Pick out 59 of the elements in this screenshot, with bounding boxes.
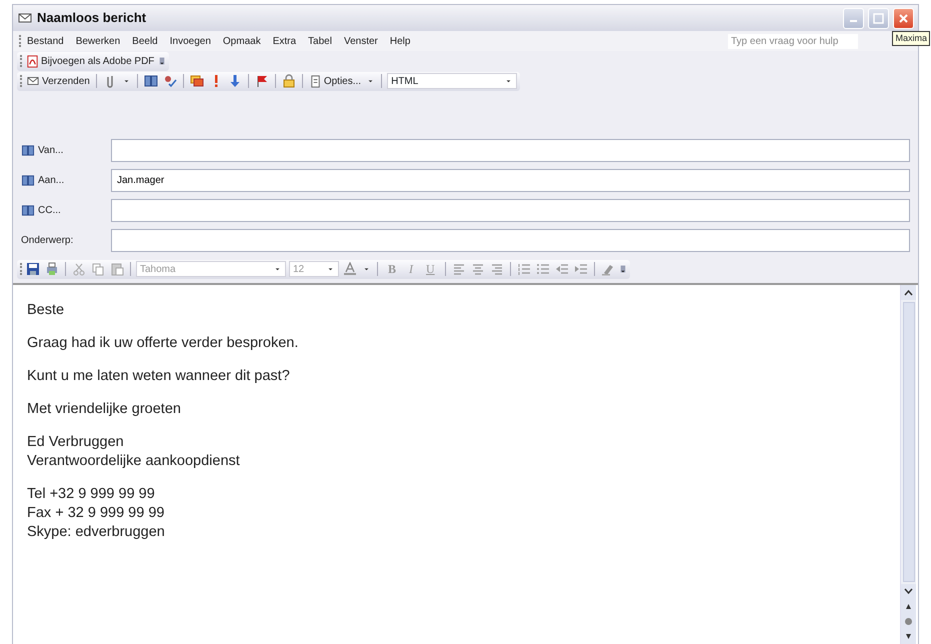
address-book-icon — [21, 174, 35, 186]
body-text: Verantwoordelijke aankoopdienst — [27, 452, 241, 471]
down-arrow-icon[interactable] — [228, 74, 242, 88]
address-book-icon — [21, 144, 35, 156]
body-text: Fax + 32 9 999 99 99 — [27, 504, 166, 523]
body-text: Ed Verbruggen — [27, 433, 125, 452]
lock-icon[interactable] — [282, 74, 296, 88]
up-triangle-icon — [905, 602, 912, 611]
menu-item[interactable]: Extra — [266, 34, 302, 48]
menu-item[interactable]: Opmaak — [216, 34, 267, 48]
body-text: Beste — [27, 301, 66, 320]
address-book-icon[interactable] — [144, 74, 158, 88]
address-button[interactable]: CC... — [21, 202, 105, 218]
cards-icon[interactable] — [190, 74, 204, 88]
menu-item[interactable]: Bewerken — [70, 34, 126, 48]
pdf-icon — [26, 54, 39, 68]
attach-pdf-button[interactable]: Bijvoegen als Adobe PDF — [25, 54, 156, 68]
circle-icon — [904, 617, 913, 626]
body-text: Tel +32 9 999 99 99 — [27, 485, 156, 504]
check-names-icon[interactable] — [162, 74, 177, 88]
close-icon — [898, 12, 909, 24]
menu-item[interactable]: Invoegen — [164, 34, 217, 48]
scroll-down-button[interactable] — [901, 584, 916, 599]
address-button[interactable]: Aan... — [21, 172, 105, 188]
scroll-up-button[interactable] — [901, 285, 916, 300]
input-field[interactable]: Jan.mager — [111, 168, 910, 192]
minimize-icon — [850, 20, 857, 22]
help-search-field[interactable]: Typ een vraag voor hulp — [728, 34, 858, 48]
field-label: Onderwerp: — [21, 234, 74, 248]
window-title: Naamloos bericht — [37, 9, 146, 28]
body-text: Met vriendelijke groeten — [27, 400, 182, 419]
close-button[interactable] — [893, 8, 914, 28]
menu-item[interactable]: Tabel — [302, 34, 338, 48]
body-text: Graag had ik uw offerte verder besproken. — [27, 334, 300, 353]
menu-item[interactable]: Bestand — [21, 34, 70, 48]
flag-icon[interactable] — [254, 74, 269, 88]
body-text: Skype: edverbruggen — [27, 523, 166, 542]
next-page-button[interactable] — [901, 629, 916, 644]
envelope-icon — [26, 75, 40, 87]
input-field[interactable] — [111, 198, 910, 222]
menu-item[interactable]: Beeld — [126, 34, 164, 48]
envelope-icon — [17, 11, 33, 25]
input-field[interactable] — [111, 138, 910, 162]
tooltip: Maxima — [892, 31, 930, 46]
body-text: Kunt u me laten weten wanneer dit past? — [27, 367, 291, 386]
maximize-button[interactable] — [868, 8, 889, 28]
down-triangle-icon — [905, 632, 912, 641]
scroll-thumb[interactable] — [902, 302, 914, 582]
format-dropdown[interactable]: HTML — [387, 73, 518, 89]
send-button[interactable]: Verzenden — [25, 74, 91, 88]
menu-item[interactable]: Venster — [338, 34, 384, 48]
document-icon — [308, 74, 322, 88]
maximize-icon — [873, 12, 884, 24]
input-field[interactable] — [111, 228, 910, 252]
address-book-icon — [21, 204, 35, 216]
options-button[interactable]: Opties... — [308, 74, 362, 88]
menu-item[interactable]: Help — [384, 34, 416, 48]
minimize-button[interactable] — [843, 8, 864, 28]
address-button[interactable]: Van... — [21, 142, 105, 158]
